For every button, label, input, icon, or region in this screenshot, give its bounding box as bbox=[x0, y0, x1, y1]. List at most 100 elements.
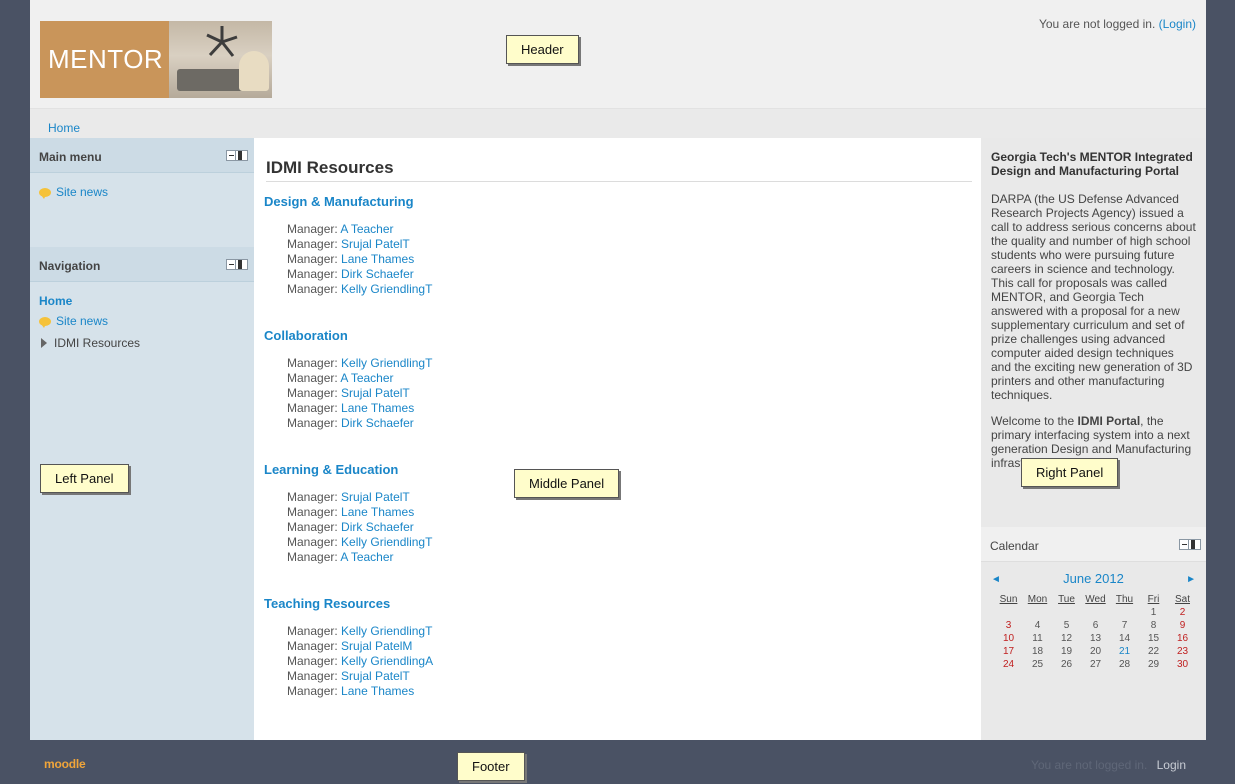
calendar-day[interactable]: 10 bbox=[994, 632, 1023, 645]
calendar-day[interactable]: 22 bbox=[1139, 645, 1168, 658]
footer-login-link[interactable]: Login bbox=[1157, 758, 1186, 772]
manager-link[interactable]: Kelly GriendlingT bbox=[341, 624, 432, 638]
manager-link[interactable]: Lane Thames bbox=[341, 505, 414, 519]
calendar-day[interactable]: 12 bbox=[1052, 632, 1081, 645]
calendar-day[interactable]: 7 bbox=[1110, 619, 1139, 632]
manager-link[interactable]: Lane Thames bbox=[341, 684, 414, 698]
calendar-day[interactable]: 15 bbox=[1139, 632, 1168, 645]
manager-link[interactable]: Srujal PatelT bbox=[341, 490, 410, 504]
nav-site-news[interactable]: Site news bbox=[39, 314, 245, 328]
manager-link[interactable]: Lane Thames bbox=[341, 252, 414, 266]
navigation-header: Navigation bbox=[30, 247, 254, 282]
weekday-label: Sat bbox=[1174, 593, 1190, 605]
calendar-day[interactable]: 28 bbox=[1110, 658, 1139, 671]
next-month-icon[interactable]: ► bbox=[1186, 574, 1196, 585]
calendar-day[interactable]: 5 bbox=[1052, 619, 1081, 632]
manager-line: Manager: Lane Thames bbox=[264, 401, 432, 416]
calendar-day[interactable]: 6 bbox=[1081, 619, 1110, 632]
machine-image bbox=[177, 69, 247, 91]
manager-link[interactable]: A Teacher bbox=[340, 222, 393, 236]
manager-link[interactable]: Lane Thames bbox=[341, 401, 414, 415]
logo-text: MENTOR bbox=[40, 21, 169, 98]
breadcrumb-home[interactable]: Home bbox=[48, 121, 80, 135]
calendar-day[interactable]: 23 bbox=[1168, 645, 1197, 658]
course-item: Design & Manufacturing Manager: A Teache… bbox=[264, 194, 432, 297]
manager-link[interactable]: Srujal PatelT bbox=[341, 386, 410, 400]
calendar-day[interactable]: 14 bbox=[1110, 632, 1139, 645]
calendar-month-link[interactable]: June 2012 bbox=[981, 571, 1206, 586]
manager-line: Manager: Lane Thames bbox=[264, 252, 432, 267]
calendar-day[interactable]: 18 bbox=[1023, 645, 1052, 658]
calendar-day[interactable]: 3 bbox=[994, 619, 1023, 632]
calendar-day[interactable]: 16 bbox=[1168, 632, 1197, 645]
calendar-day bbox=[1052, 606, 1081, 619]
manager-line: Manager: Kelly GriendlingT bbox=[264, 535, 432, 550]
dock-block-icon[interactable] bbox=[226, 150, 248, 161]
calendar-day[interactable]: 11 bbox=[1023, 632, 1052, 645]
course-link[interactable]: Teaching Resources bbox=[264, 596, 433, 611]
manager-line: Manager: Kelly GriendlingA bbox=[264, 654, 433, 669]
calendar-day[interactable]: 2 bbox=[1168, 606, 1197, 619]
main-menu-site-news[interactable]: Site news bbox=[39, 185, 245, 199]
calendar-day[interactable]: 24 bbox=[994, 658, 1023, 671]
login-link[interactable]: (Login) bbox=[1159, 17, 1196, 31]
calendar-day[interactable]: 27 bbox=[1081, 658, 1110, 671]
manager-link[interactable]: A Teacher bbox=[340, 550, 393, 564]
manager-link[interactable]: Srujal PatelT bbox=[341, 669, 410, 683]
moodle-logo[interactable]: moodle bbox=[44, 757, 86, 771]
calendar-day[interactable]: 17 bbox=[994, 645, 1023, 658]
header: MENTOR You are not logged in. (Login) bbox=[30, 0, 1206, 108]
weekday-label: Fri bbox=[1147, 593, 1160, 605]
manager-link[interactable]: Srujal PatelT bbox=[341, 237, 410, 251]
calendar-day[interactable]: 29 bbox=[1139, 658, 1168, 671]
manager-link[interactable]: Kelly GriendlingT bbox=[341, 356, 432, 370]
manager-link[interactable]: A Teacher bbox=[340, 371, 393, 385]
manager-label: Manager: bbox=[287, 401, 338, 415]
calendar-day[interactable]: 4 bbox=[1023, 619, 1052, 632]
calendar-weekdays: Sun Mon Tue Wed Thu Fri Sat bbox=[994, 592, 1197, 606]
manager-label: Manager: bbox=[287, 237, 338, 251]
manager-link[interactable]: Kelly GriendlingT bbox=[341, 282, 432, 296]
manager-link[interactable]: Kelly GriendlingA bbox=[341, 654, 433, 668]
calendar-day bbox=[1081, 606, 1110, 619]
manager-link[interactable]: Dirk Schaefer bbox=[341, 267, 414, 281]
calendar-day[interactable]: 8 bbox=[1139, 619, 1168, 632]
course-link[interactable]: Design & Manufacturing bbox=[264, 194, 432, 209]
dock-block-icon[interactable] bbox=[226, 259, 248, 270]
calendar-day[interactable]: 19 bbox=[1052, 645, 1081, 658]
manager-link[interactable]: Dirk Schaefer bbox=[341, 416, 414, 430]
calendar-days: 1 2 3 4 5 6 7 8 9 10 11 12 13 14 15 16 17 18 19 20 21 22 23 24 2… bbox=[994, 606, 1197, 671]
calendar-day[interactable]: 30 bbox=[1168, 658, 1197, 671]
nav-home-link[interactable]: Home bbox=[39, 294, 245, 308]
manager-label: Manager: bbox=[287, 386, 338, 400]
annotation-footer: Footer bbox=[457, 752, 525, 781]
manager-label: Manager: bbox=[287, 222, 338, 236]
left-panel: Main menu Site news Navigation Home Site… bbox=[30, 138, 254, 740]
news-bubble-icon bbox=[39, 316, 51, 328]
manager-link[interactable]: Kelly GriendlingT bbox=[341, 535, 432, 549]
portal-paragraph: DARPA (the US Defense Advanced Research … bbox=[991, 192, 1196, 402]
manager-label: Manager: bbox=[287, 520, 338, 534]
course-link[interactable]: Learning & Education bbox=[264, 462, 432, 477]
calendar-day[interactable]: 20 bbox=[1081, 645, 1110, 658]
portal-description: Georgia Tech's MENTOR Integrated Design … bbox=[981, 138, 1206, 470]
manager-line: Manager: Srujal PatelT bbox=[264, 669, 433, 684]
calendar-day[interactable]: 9 bbox=[1168, 619, 1197, 632]
prev-month-icon[interactable]: ◄ bbox=[991, 574, 1001, 585]
calendar-day[interactable]: 26 bbox=[1052, 658, 1081, 671]
manager-label: Manager: bbox=[287, 684, 338, 698]
calendar-day[interactable]: 13 bbox=[1081, 632, 1110, 645]
site-logo[interactable]: MENTOR bbox=[40, 21, 272, 98]
calendar-day[interactable]: 21 bbox=[1110, 645, 1139, 658]
weekday-label: Sun bbox=[999, 593, 1018, 605]
calendar-day[interactable]: 1 bbox=[1139, 606, 1168, 619]
manager-link[interactable]: Srujal PatelM bbox=[341, 639, 412, 653]
manager-link[interactable]: Dirk Schaefer bbox=[341, 520, 414, 534]
manager-label: Manager: bbox=[287, 252, 338, 266]
nav-idmi-resources[interactable]: IDMI Resources bbox=[39, 336, 245, 350]
calendar-week: 17 18 19 20 21 22 23 bbox=[994, 645, 1197, 658]
expand-arrow-icon[interactable] bbox=[41, 338, 47, 348]
course-link[interactable]: Collaboration bbox=[264, 328, 432, 343]
dock-block-icon[interactable] bbox=[1179, 539, 1201, 550]
calendar-day[interactable]: 25 bbox=[1023, 658, 1052, 671]
